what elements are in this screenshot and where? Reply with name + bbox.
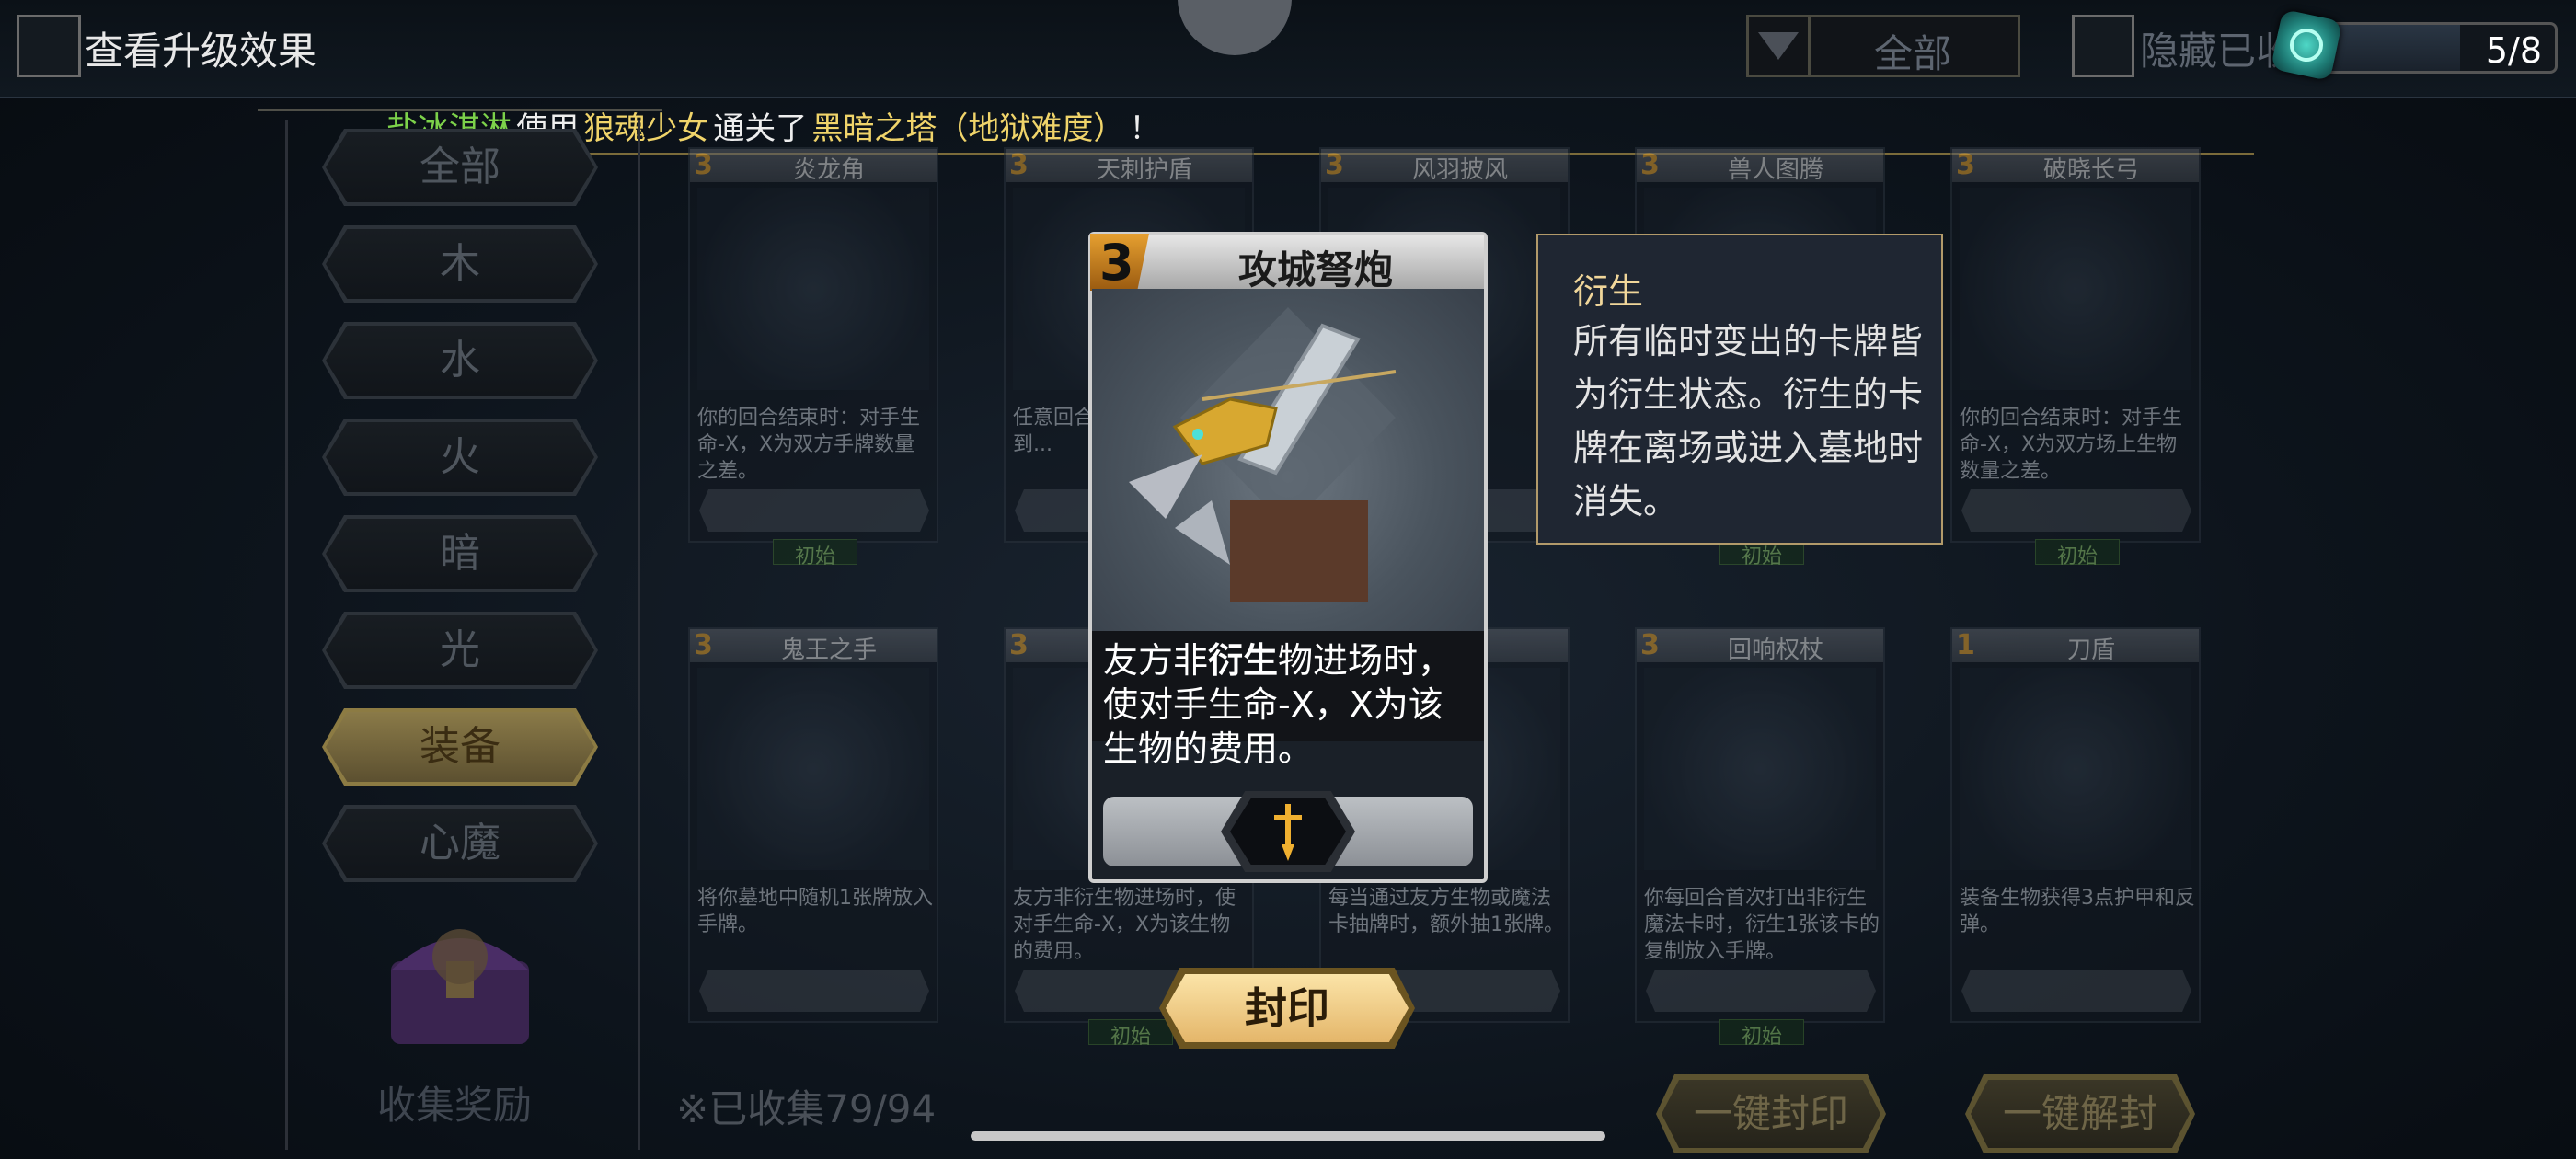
card-slot[interactable]: 3 炎龙角 你的回合结束时：对手生命-X，X为双方手牌数量之差。 初始 bbox=[688, 147, 938, 568]
category-label: 心魔 bbox=[420, 820, 500, 866]
card-title: 炎龙角 bbox=[792, 156, 865, 184]
card-title: 天刺护盾 bbox=[1096, 156, 1192, 184]
unseal-all-button[interactable]: 一键解封 bbox=[1965, 1074, 2195, 1153]
card-desc: 你的回合结束时：对手生命-X，X为双方场上生物数量之差。 bbox=[1960, 407, 2183, 483]
upgrade-effect-checkbox[interactable] bbox=[17, 15, 81, 77]
card-title: 破晓长弓 bbox=[2042, 156, 2139, 184]
category-light[interactable]: 光 bbox=[322, 612, 598, 689]
detail-desc-a: 友方非 bbox=[1103, 640, 1209, 681]
category-label: 全部 bbox=[420, 143, 500, 190]
card-tag: 初始 bbox=[2035, 539, 2120, 568]
card-cost: 3 bbox=[1009, 149, 1029, 181]
card-art bbox=[697, 668, 929, 870]
card-art bbox=[1960, 188, 2191, 390]
notice-stage: 黑暗之塔（地狱难度） bbox=[811, 110, 1125, 147]
progress-text: 5/8 bbox=[2485, 30, 2542, 71]
card-desc: 你每回合首次打出非衍生魔法卡时，衍生1张该卡的复制放入手牌。 bbox=[1644, 887, 1880, 963]
card-desc: 你的回合结束时：对手生命-X，X为双方手牌数量之差。 bbox=[697, 407, 921, 483]
category-demon[interactable]: 心魔 bbox=[322, 805, 598, 882]
card-slot[interactable]: 3 回响权杖 你每回合首次打出非衍生魔法卡时，衍生1张该卡的复制放入手牌。 初始 bbox=[1635, 627, 1885, 1049]
notice-end: ！ bbox=[1129, 110, 1161, 147]
equipment-slot bbox=[1221, 791, 1355, 872]
card-slot[interactable]: 3 鬼王之手 将你墓地中随机1张牌放入手牌。 bbox=[688, 627, 938, 1023]
card-cost: 1 bbox=[1956, 629, 1975, 661]
upgrade-effect-label: 查看升级效果 bbox=[85, 29, 317, 74]
card-title: 回响权杖 bbox=[1727, 637, 1823, 664]
category-label: 暗 bbox=[440, 530, 480, 577]
detail-title: 攻城弩炮 bbox=[1237, 247, 1393, 293]
card-slot-bar bbox=[1646, 970, 1876, 1012]
collected-count: ※已收集79/94 bbox=[676, 1086, 937, 1131]
card-tag: 初始 bbox=[1719, 1019, 1804, 1049]
keyword-derivative[interactable]: 衍生 bbox=[1208, 640, 1278, 681]
category-label: 火 bbox=[440, 433, 480, 480]
hide-collected-checkbox[interactable] bbox=[2072, 15, 2134, 77]
gem-icon bbox=[2270, 8, 2343, 82]
card-cost: 3 bbox=[694, 149, 713, 181]
card-cost: 3 bbox=[694, 629, 713, 661]
card-slot[interactable]: 1 刀盾 装备生物获得3点护甲和反弹。 bbox=[1950, 627, 2201, 1023]
card-desc: 装备生物获得3点护甲和反弹。 bbox=[1960, 887, 2195, 936]
category-water[interactable]: 水 bbox=[322, 322, 598, 399]
treasure-chest-icon[interactable] bbox=[373, 906, 547, 1053]
category-fire[interactable]: 火 bbox=[322, 419, 598, 496]
seal-all-label: 一键封印 bbox=[1693, 1091, 1848, 1136]
collect-reward-label[interactable]: 收集奖励 bbox=[377, 1074, 532, 1130]
card-slot[interactable]: 3 破晓长弓 你的回合结束时：对手生命-X，X为双方场上生物数量之差。 初始 bbox=[1950, 147, 2201, 568]
sword-icon bbox=[1274, 804, 1302, 861]
card-desc: 友方非衍生物进场时，使对手生命-X，X为该生物的费用。 bbox=[1013, 887, 1236, 963]
card-desc: 每当通过友方生物或魔法卡抽牌时，额外抽1张牌。 bbox=[1328, 887, 1564, 936]
card-cost: 3 bbox=[1956, 149, 1975, 181]
ballista-art bbox=[1092, 289, 1484, 631]
card-title: 刀盾 bbox=[2066, 637, 2115, 664]
filter-value: 全部 bbox=[1873, 31, 1951, 76]
tooltip-body: 所有临时变出的卡牌皆为衍生状态。衍生的卡牌在离场或进入墓地时消失。 bbox=[1573, 321, 1924, 522]
category-all[interactable]: 全部 bbox=[322, 129, 598, 206]
category-label: 光 bbox=[440, 626, 480, 673]
unseal-all-label: 一键解封 bbox=[2002, 1091, 2157, 1136]
seal-all-button[interactable]: 一键封印 bbox=[1656, 1074, 1886, 1153]
card-cost: 3 bbox=[1640, 149, 1660, 181]
card-cost: 3 bbox=[1640, 629, 1660, 661]
home-indicator[interactable] bbox=[971, 1131, 1605, 1141]
category-dark[interactable]: 暗 bbox=[322, 515, 598, 592]
card-detail-popup: 3 攻城弩炮 友方非衍生物进场时，使对手生命-X，X为该生物的费用。 bbox=[1088, 232, 1488, 883]
category-equipment[interactable]: 装备 bbox=[322, 708, 598, 786]
chevron-down-icon bbox=[1749, 17, 1811, 75]
detail-cost: 3 bbox=[1099, 234, 1134, 292]
card-title: 兽人图腾 bbox=[1727, 156, 1823, 184]
category-label: 木 bbox=[440, 240, 480, 287]
detail-desc: 友方非衍生物进场时，使对手生命-X，X为该生物的费用。 bbox=[1092, 631, 1484, 769]
hide-collected-label: 隐藏已收 bbox=[2140, 29, 2295, 74]
category-label: 装备 bbox=[420, 723, 500, 770]
card-art bbox=[697, 188, 929, 390]
filter-dropdown[interactable]: 全部 bbox=[1746, 15, 2020, 77]
card-tag: 初始 bbox=[773, 539, 857, 568]
seal-button[interactable]: 封印 bbox=[1159, 968, 1415, 1049]
card-cost: 3 bbox=[1009, 629, 1029, 661]
card-slot-bar bbox=[699, 970, 929, 1012]
seal-label: 封印 bbox=[1245, 983, 1329, 1033]
card-cost: 3 bbox=[1325, 149, 1344, 181]
notice-cleared: 通关了 bbox=[713, 110, 808, 147]
category-label: 水 bbox=[440, 337, 480, 384]
card-slot-bar bbox=[1961, 970, 2191, 1012]
card-desc: 将你墓地中随机1张牌放入手牌。 bbox=[697, 887, 933, 936]
card-slot-bar bbox=[1961, 489, 2191, 532]
card-art bbox=[1960, 668, 2191, 870]
category-wood[interactable]: 木 bbox=[322, 225, 598, 303]
card-slot-bar bbox=[699, 489, 929, 532]
tooltip-title: 衍生 bbox=[1573, 271, 1644, 312]
card-title: 风羽披风 bbox=[1411, 156, 1508, 184]
card-art bbox=[1644, 668, 1876, 870]
card-title: 鬼王之手 bbox=[780, 637, 877, 664]
keyword-tooltip: 衍生 所有临时变出的卡牌皆为衍生状态。衍生的卡牌在离场或进入墓地时消失。 bbox=[1536, 234, 1943, 545]
